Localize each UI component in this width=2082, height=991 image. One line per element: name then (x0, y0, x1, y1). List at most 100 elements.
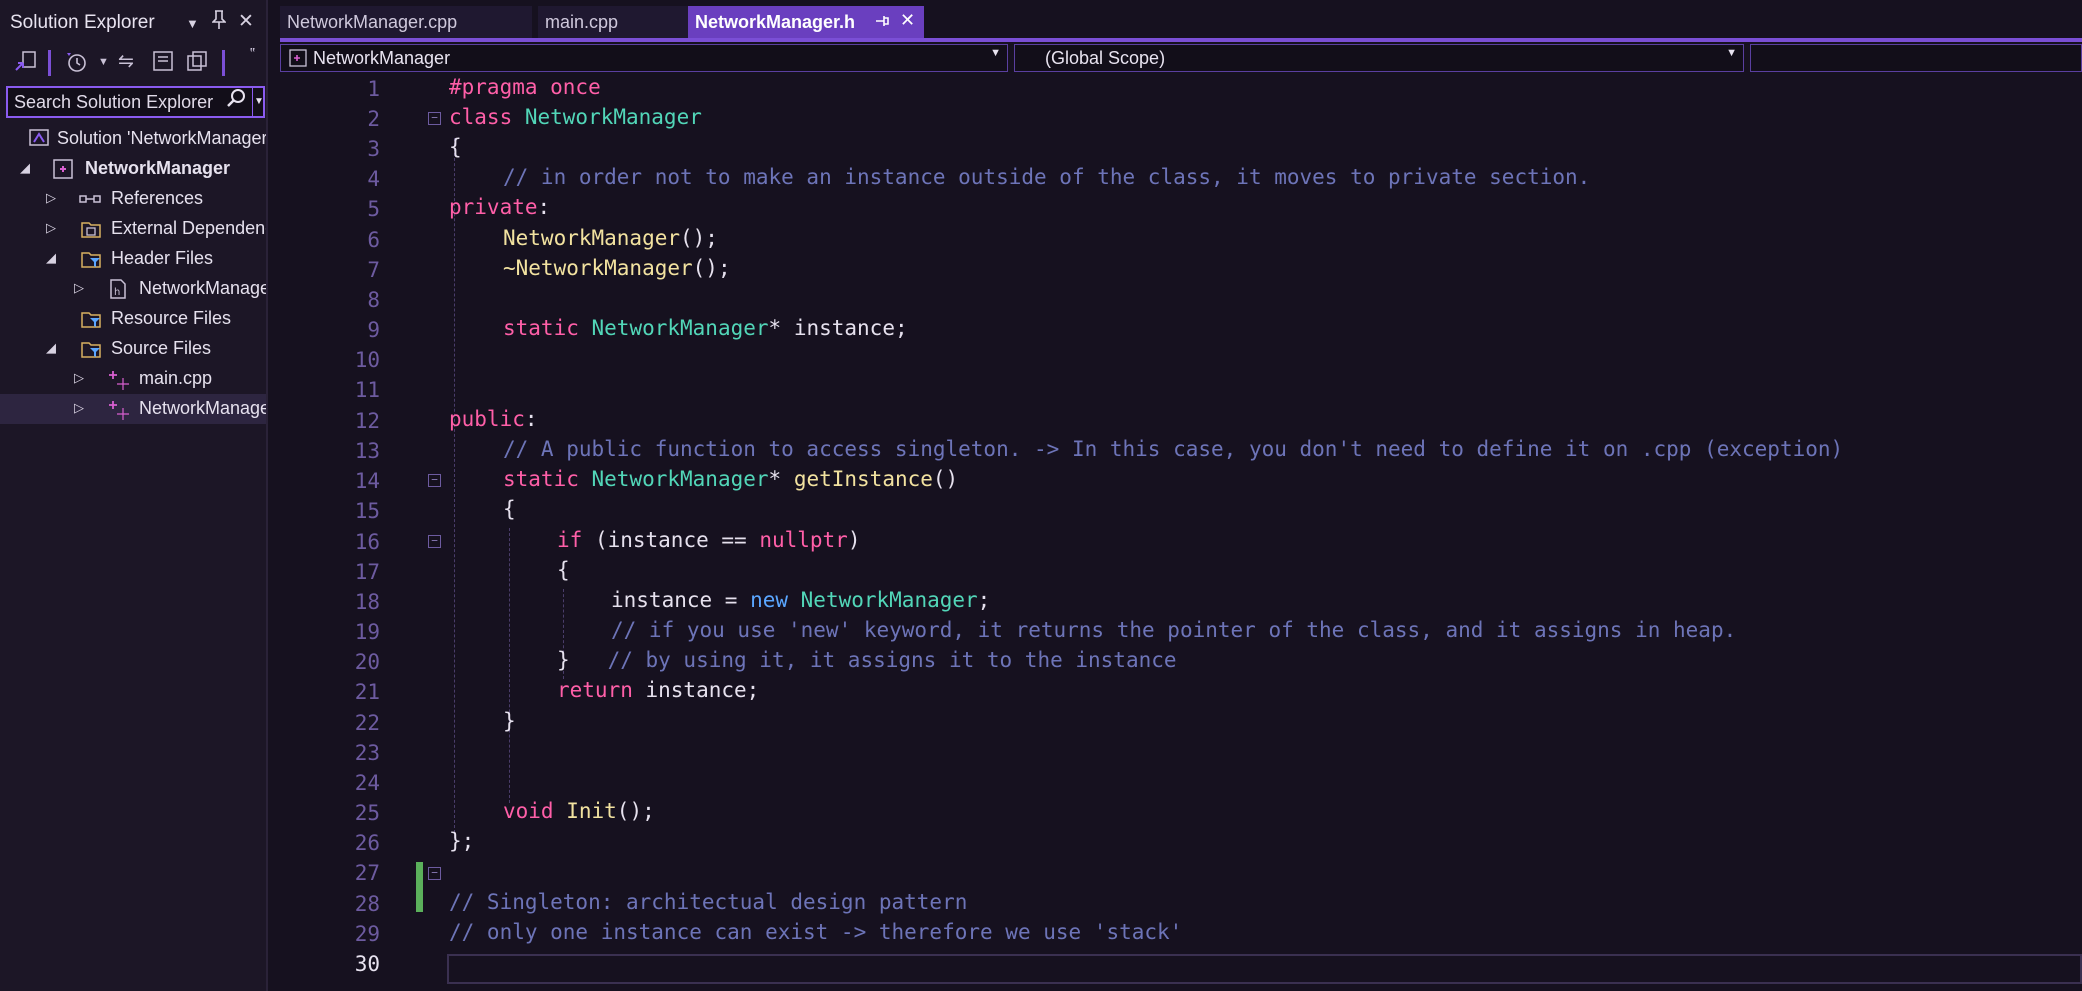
scope-dropdown-value: (Global Scope) (1045, 48, 1166, 68)
pin-tab-icon[interactable] (874, 12, 890, 35)
overflow-icon[interactable]: ‟ (250, 46, 255, 64)
code-token: getInstance (793, 467, 933, 491)
filter-dropdown-icon[interactable]: ▼ (98, 56, 109, 68)
line-number: 10 (354, 348, 380, 372)
code-line: ~NetworkManager(); (503, 256, 731, 280)
collapse-region-icon[interactable]: − (428, 867, 441, 880)
solution-explorer-panel: Solution Explorer ▼ ✕ ▼ ⇋ ‟ ▼ (0, 0, 268, 991)
sync-with-document-icon[interactable] (14, 50, 38, 80)
tree-item-label: References (111, 188, 204, 208)
collapsed-arrow-icon[interactable]: ▷ (74, 400, 84, 416)
code-line: // if you use 'new' keyword, it returns … (611, 618, 1736, 642)
tab-main-cpp[interactable]: main.cpp (538, 6, 688, 38)
code-comment: // only one instance can exist -> theref… (449, 920, 1183, 944)
tab-networkmanager-h[interactable]: NetworkManager.h ✕ (688, 6, 924, 38)
code-line: // in order not to make an instance outs… (503, 165, 1590, 189)
filter-folder-icon (80, 248, 102, 270)
code-line: return instance; (557, 678, 759, 702)
close-tab-icon[interactable]: ✕ (900, 10, 915, 31)
tree-item-main-cpp[interactable]: ▷ main.cpp (0, 364, 266, 394)
expanded-arrow-icon[interactable]: ◢ (46, 340, 56, 356)
search-icon[interactable] (222, 88, 250, 116)
code-comment: // by using it, it assigns it to the ins… (607, 648, 1177, 672)
tree-item-networkmanager-cpp[interactable]: ▷ NetworkManager.cpp (0, 394, 266, 424)
code-token: { (557, 558, 570, 582)
line-number-current: 30 (354, 952, 380, 976)
line-number: 18 (354, 590, 380, 614)
code-editor[interactable]: 1 2 3 4 5 6 7 8 9 10 11 12 13 14 15 16 1… (280, 74, 2082, 991)
close-panel-icon[interactable]: ✕ (238, 10, 254, 33)
code-line: NetworkManager(); (503, 226, 718, 250)
cpp-file-icon (108, 368, 130, 390)
search-options-dropdown-icon[interactable]: ▼ (252, 88, 265, 116)
collapse-region-icon[interactable]: − (428, 474, 441, 487)
line-number: 13 (354, 439, 380, 463)
line-number: 2 (367, 107, 380, 131)
scope-dropdown[interactable]: (Global Scope) ▼ (1014, 44, 1744, 72)
tree-item-label: NetworkManager.h (139, 278, 266, 298)
panel-options-icon[interactable]: ▼ (186, 16, 199, 31)
chevron-down-icon: ▼ (990, 47, 1001, 59)
collapsed-arrow-icon[interactable]: ▷ (74, 370, 84, 386)
code-line: public: (449, 407, 538, 431)
line-number: 15 (354, 499, 380, 523)
line-number: 24 (354, 771, 380, 795)
line-number: 4 (367, 167, 380, 191)
collapse-all-icon[interactable] (152, 50, 174, 78)
tree-item-label: Resource Files (111, 308, 232, 328)
expanded-arrow-icon[interactable]: ◢ (46, 250, 56, 266)
code-token: NetworkManager (524, 105, 702, 129)
code-token: new (750, 588, 801, 612)
tab-label: NetworkManager.cpp (287, 12, 458, 32)
tree-item-solution[interactable]: Solution 'NetworkManager (0, 124, 266, 154)
tree-item-project[interactable]: ◢ NetworkManager (0, 154, 266, 184)
collapsed-arrow-icon[interactable]: ▷ (74, 280, 84, 296)
tree-item-external-dependencies[interactable]: ▷ External Dependencies (0, 214, 266, 244)
filter-folder-icon (80, 338, 102, 360)
chevron-down-icon: ▼ (1726, 47, 1737, 59)
sync-icon[interactable]: ⇋ (118, 50, 134, 73)
code-token: { (503, 497, 516, 521)
line-number: 1 (367, 77, 380, 101)
current-line-highlight (447, 954, 2082, 984)
code-token: * instance; (768, 316, 908, 340)
line-number: 11 (354, 378, 380, 402)
code-token: public (449, 407, 525, 431)
collapsed-arrow-icon[interactable]: ▷ (46, 190, 56, 206)
code-token: nullptr (759, 528, 848, 552)
tree-item-header-files[interactable]: ◢ Header Files (0, 244, 266, 274)
member-dropdown[interactable] (1750, 44, 2082, 72)
expanded-arrow-icon[interactable]: ◢ (20, 160, 30, 176)
show-all-files-icon[interactable] (186, 50, 208, 78)
tree-item-source-files[interactable]: ◢ Source Files (0, 334, 266, 364)
svg-text:h: h (114, 287, 120, 298)
tree-item-header-file[interactable]: ▷ h NetworkManager.h (0, 274, 266, 304)
code-line: static NetworkManager* instance; (503, 316, 908, 340)
line-number: 8 (367, 288, 380, 312)
line-number: 20 (354, 650, 380, 674)
code-token: }; (449, 829, 475, 853)
tab-networkmanager-cpp[interactable]: NetworkManager.cpp (280, 6, 532, 38)
tree-item-references[interactable]: ▷ References (0, 184, 266, 214)
collapse-region-icon[interactable]: − (428, 112, 441, 125)
tree-item-resource-files[interactable]: Resource Files (0, 304, 266, 334)
line-number: 22 (354, 711, 380, 735)
code-line: instance = new NetworkManager; (611, 588, 990, 612)
line-number: 27 (354, 861, 380, 885)
code-token: : (524, 407, 538, 431)
cpp-file-icon (108, 398, 130, 420)
code-token: { (449, 135, 462, 159)
external-dependencies-icon (80, 218, 102, 240)
line-number: 3 (367, 137, 380, 161)
collapsed-arrow-icon[interactable]: ▷ (46, 220, 56, 236)
pin-icon[interactable] (211, 10, 227, 36)
collapse-region-icon[interactable]: − (428, 535, 441, 548)
solution-search-input[interactable] (8, 88, 218, 116)
tree-item-label: Solution 'NetworkManager (57, 128, 266, 148)
code-token: private (449, 195, 538, 219)
project-dropdown[interactable]: NetworkManager ▼ (280, 44, 1008, 72)
pending-changes-filter-icon[interactable] (64, 50, 88, 80)
tree-item-label: External Dependencies (111, 218, 266, 238)
line-number: 19 (354, 620, 380, 644)
code-token: class (449, 105, 525, 129)
